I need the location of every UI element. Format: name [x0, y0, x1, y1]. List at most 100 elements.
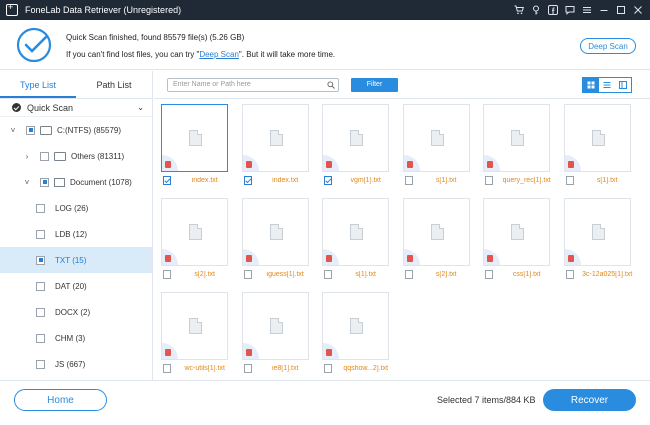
file-card[interactable]: css[1].txt [476, 194, 551, 284]
file-thumbnail[interactable] [241, 292, 309, 360]
file-checkbox[interactable] [324, 176, 333, 185]
file-checkbox[interactable] [404, 176, 413, 185]
file-thumbnail[interactable] [483, 104, 550, 172]
file-card[interactable]: index.txt [235, 100, 310, 190]
tree-checkbox[interactable] [26, 125, 35, 135]
tree-item[interactable]: JS (667) [0, 351, 152, 377]
minimize-icon[interactable] [595, 0, 612, 20]
key-icon[interactable] [527, 0, 544, 20]
tree-item-label: LOG (26) [55, 203, 89, 213]
file-card[interactable]: s[1].txt [396, 100, 471, 190]
file-thumbnail[interactable] [402, 198, 470, 266]
file-card[interactable]: s[1].txt [315, 194, 390, 284]
chevron-right-icon[interactable]: › [22, 152, 32, 161]
tree-item[interactable]: ˅ Document (1078) [0, 169, 152, 195]
facebook-icon[interactable] [544, 0, 561, 20]
maximize-icon[interactable] [612, 0, 629, 20]
file-thumbnail[interactable] [322, 292, 389, 360]
deep-scan-link[interactable]: Deep Scan [199, 50, 239, 59]
tab-type-list[interactable]: Type List [0, 71, 76, 98]
deep-scan-button[interactable]: Deep Scan [580, 38, 636, 54]
file-thumbnail[interactable] [563, 104, 631, 172]
file-thumbnail[interactable] [241, 104, 309, 172]
tree-checkbox[interactable] [40, 177, 49, 187]
recover-button[interactable]: Recover [543, 389, 636, 411]
tree-checkbox[interactable] [36, 203, 45, 213]
chat-icon[interactable] [561, 0, 578, 20]
file-card[interactable]: s[2].txt [396, 194, 471, 284]
file-checkbox[interactable] [485, 176, 494, 185]
scan-mode-selector[interactable]: Quick Scan ⌄ [0, 99, 152, 117]
app-logo-icon [6, 2, 18, 16]
file-card[interactable]: index.txt [154, 100, 229, 190]
tree-checkbox[interactable] [36, 359, 45, 369]
file-checkbox[interactable] [163, 364, 172, 373]
cart-icon[interactable] [510, 0, 527, 20]
bottom-bar: Home Selected 7 items/884 KB Recover [0, 380, 650, 425]
file-thumbnail[interactable] [322, 198, 389, 266]
home-button[interactable]: Home [14, 389, 107, 411]
file-card[interactable]: s[2].txt [154, 194, 229, 284]
search-input[interactable]: Enter Name or Path here [167, 78, 339, 92]
list-view-button[interactable] [599, 78, 615, 92]
search-icon[interactable] [327, 81, 335, 89]
file-checkbox[interactable] [404, 270, 413, 279]
file-card[interactable]: vgm[1].txt [315, 100, 390, 190]
tree-checkbox[interactable] [36, 333, 45, 343]
detail-view-button[interactable] [615, 78, 631, 92]
file-checkbox[interactable] [163, 176, 172, 185]
file-card[interactable]: s[1].txt [557, 100, 632, 190]
file-card[interactable]: 3c-12a025[1].txt [557, 194, 632, 284]
file-checkbox[interactable] [565, 270, 574, 279]
file-thumbnail[interactable] [483, 198, 550, 266]
file-label-row: index.txt [163, 176, 233, 185]
tree-item[interactable]: DOCX (2) [0, 299, 152, 325]
tree-checkbox[interactable] [36, 307, 45, 317]
tree-item[interactable]: ˅ C:(NTFS) (85579) [0, 117, 152, 143]
file-card[interactable]: wc-utils[1].txt [154, 288, 229, 378]
filter-button[interactable]: Filter [351, 78, 398, 92]
tree-item[interactable]: › Others (81311) [0, 143, 152, 169]
file-thumbnail[interactable] [402, 104, 470, 172]
file-thumbnail[interactable] [161, 292, 228, 360]
grid-view-button[interactable] [583, 78, 599, 92]
deleted-file-icon [165, 349, 171, 356]
file-checkbox[interactable] [324, 270, 333, 279]
tree-item[interactable]: CHM (3) [0, 325, 152, 351]
chevron-down-icon[interactable]: ˅ [8, 126, 18, 135]
tab-path-list[interactable]: Path List [76, 71, 152, 98]
tree-checkbox[interactable] [40, 151, 49, 161]
tree-item[interactable]: LDB (12) [0, 221, 152, 247]
file-checkbox[interactable] [485, 270, 494, 279]
tree-item[interactable]: LOG (26) [0, 195, 152, 221]
tree-item[interactable]: TXT (15) [0, 247, 152, 273]
file-thumbnail[interactable] [241, 198, 309, 266]
file-checkbox[interactable] [324, 364, 333, 373]
file-thumbnail[interactable] [563, 198, 631, 266]
menu-icon[interactable] [578, 0, 595, 20]
file-card[interactable]: qqshow...2].txt [315, 288, 390, 378]
tree-item-label: TXT (15) [55, 255, 87, 265]
file-checkbox[interactable] [163, 270, 172, 279]
file-thumbnail[interactable] [161, 198, 228, 266]
tree-item-label: Others (81311) [71, 151, 125, 161]
tree-item[interactable]: DAT (20) [0, 273, 152, 299]
file-name: wc-utils[1].txt [184, 365, 225, 372]
file-checkbox[interactable] [243, 364, 252, 373]
tree-checkbox[interactable] [36, 255, 45, 265]
file-card[interactable]: iguess[1].txt [235, 194, 310, 284]
close-icon[interactable] [629, 0, 646, 20]
tree-checkbox[interactable] [36, 281, 45, 291]
file-checkbox[interactable] [243, 176, 252, 185]
file-card[interactable]: query_rec[1].txt [476, 100, 551, 190]
tree-checkbox[interactable] [36, 229, 45, 239]
file-thumbnail[interactable] [161, 104, 228, 172]
file-thumbnail[interactable] [322, 104, 389, 172]
file-checkbox[interactable] [243, 270, 252, 279]
file-card[interactable]: ie8[1].txt [235, 288, 310, 378]
deleted-file-icon [567, 255, 574, 262]
text-file-icon [350, 224, 363, 240]
chevron-down-icon[interactable]: ˅ [22, 178, 32, 187]
deleted-file-icon [165, 161, 171, 168]
file-checkbox[interactable] [565, 176, 574, 185]
